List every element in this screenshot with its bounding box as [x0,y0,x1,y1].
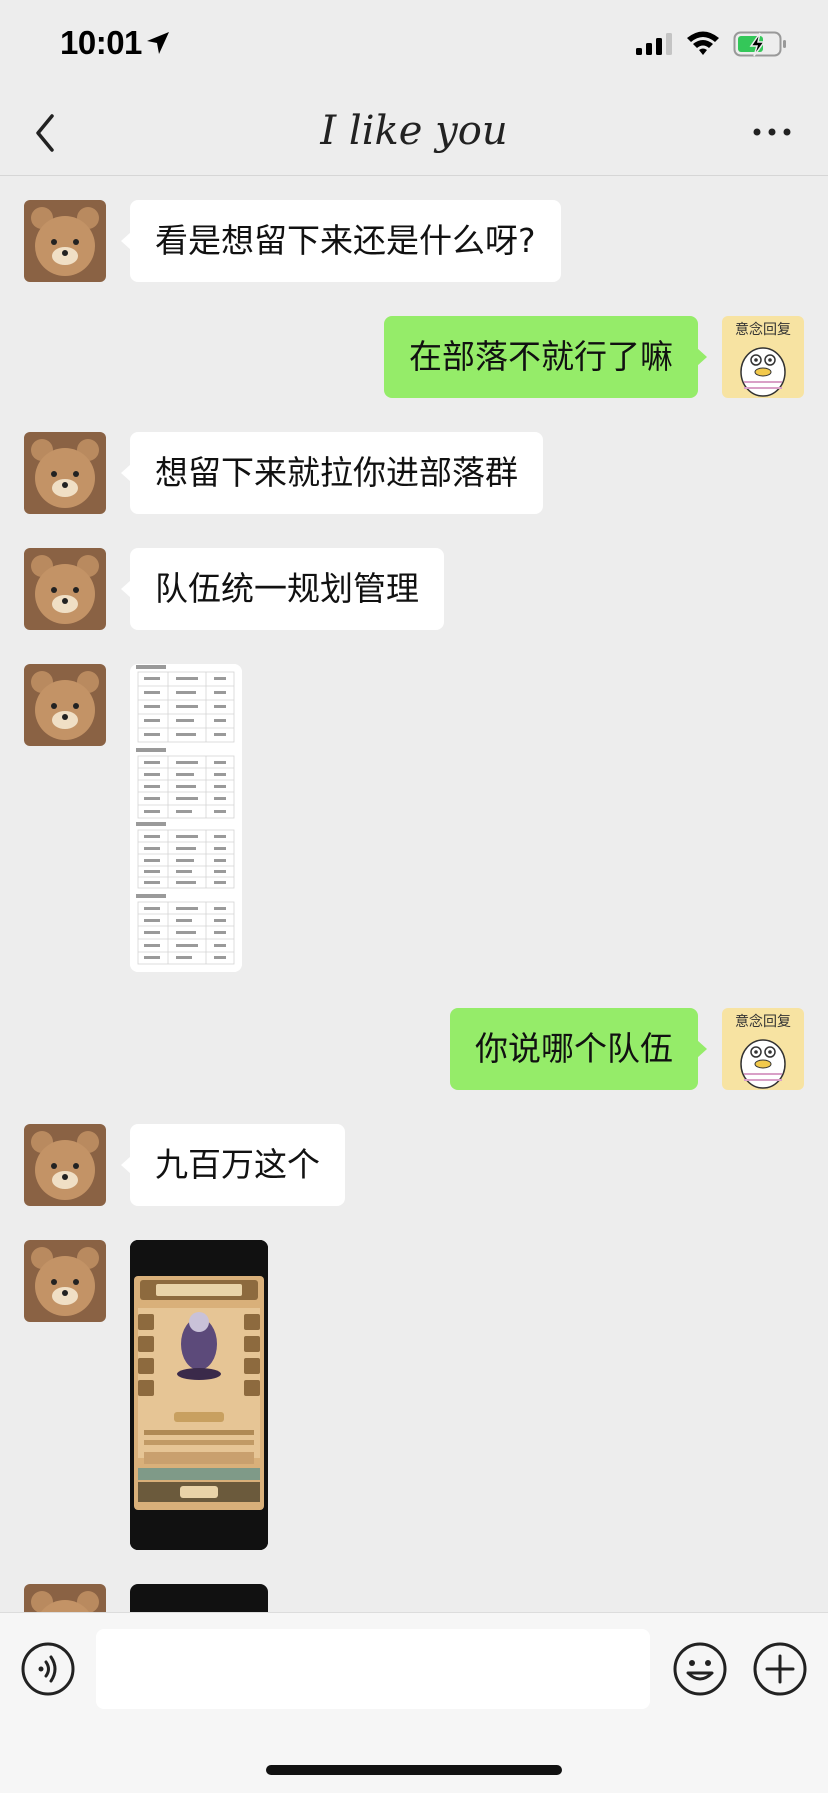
cellular-signal-icon [636,33,672,55]
avatar-text: 意念回复 [735,321,791,338]
contact-avatar[interactable] [24,548,106,630]
message-bubble-outgoing[interactable]: 在部落不就行了嘛 [384,316,707,398]
status-time: 10:01 [60,24,142,61]
message-bubble-incoming[interactable]: 队伍统一规划管理 [121,548,444,630]
image-message-game[interactable] [130,1240,268,1550]
battery-charging-icon [733,31,786,57]
home-indicator [266,1765,562,1775]
message-bubble-incoming[interactable]: 九百万这个 [121,1124,345,1206]
location-arrow-icon [147,32,169,54]
status-bar: 10:01 [0,0,828,90]
my-avatar[interactable]: 意念回复 [722,316,804,398]
message-bubble-outgoing[interactable]: 你说哪个队伍 [450,1008,707,1090]
more-dots-icon[interactable] [752,120,792,144]
contact-avatar[interactable] [24,1240,106,1322]
message-input[interactable] [96,1629,650,1709]
message-bubble-incoming[interactable]: 想留下来就拉你进部落群 [121,432,543,514]
emoji-icon[interactable] [672,1641,728,1697]
chat-title: I like you [320,108,508,154]
avatar-text: 意念回复 [735,1013,791,1030]
image-message-partial[interactable] [130,1584,268,1612]
contact-avatar[interactable] [24,432,106,514]
contact-avatar[interactable] [24,664,106,746]
message-bubble-incoming[interactable]: 看是想留下来还是什么呀? [121,200,561,282]
input-bar [0,1612,828,1793]
nav-bar: I like you [0,90,828,176]
contact-avatar[interactable] [24,200,106,282]
my-avatar[interactable]: 意念回复 [722,1008,804,1090]
voice-icon[interactable] [20,1641,76,1697]
plus-icon[interactable] [752,1641,808,1697]
wifi-icon [687,31,719,55]
contact-avatar[interactable] [24,1584,106,1612]
image-message-roster[interactable] [130,664,242,972]
message-list[interactable]: 看是想留下来还是什么呀? 在部落不就行了嘛 意念回复 想留下来就拉你进部落群 队… [0,176,828,1612]
contact-avatar[interactable] [24,1124,106,1206]
